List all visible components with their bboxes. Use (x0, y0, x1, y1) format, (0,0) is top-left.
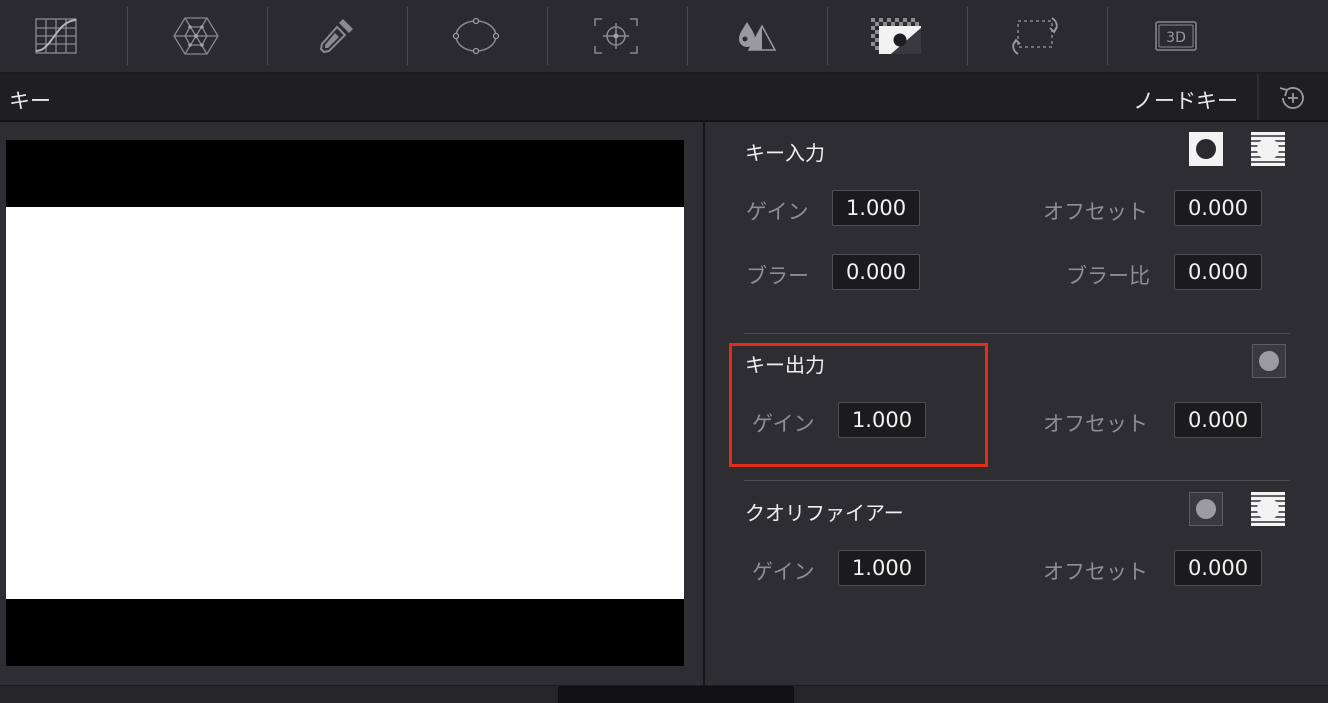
key-input-blur-ratio-label: ブラー比 (1066, 264, 1150, 288)
qualifier-mask-toggle[interactable] (1189, 492, 1223, 526)
key-input-gain-label: ゲイン (746, 200, 809, 224)
invert-mask-icon (1251, 132, 1285, 166)
3d-icon: 3D (1155, 21, 1197, 51)
palette-title: キー (9, 89, 51, 113)
active-palette-tab[interactable] (558, 686, 794, 703)
qualifier-gain-label: ゲイン (752, 560, 815, 584)
sizing-tool-button[interactable] (966, 0, 1106, 72)
section-divider (744, 333, 1290, 334)
key-icon (871, 18, 921, 54)
color-warper-tool-button[interactable] (126, 0, 266, 72)
key-input-gain-field[interactable]: 1.000 (832, 190, 920, 226)
bottom-palette-tabs (0, 685, 1328, 703)
mask-dot-icon (1196, 139, 1216, 159)
color-warper-icon (173, 17, 219, 55)
invert-mask-icon (1251, 492, 1285, 526)
qualifier-offset-label: オフセット (1043, 560, 1148, 584)
curves-tool-button[interactable] (0, 0, 126, 72)
mask-dot-icon (1196, 499, 1216, 519)
key-output-offset-field[interactable]: 0.000 (1174, 402, 1262, 438)
annotation-highlight-box (729, 343, 988, 467)
qualifier-offset-field[interactable]: 0.000 (1174, 550, 1262, 586)
blur-icon (739, 22, 777, 51)
3d-tool-button[interactable]: 3D (1106, 0, 1246, 72)
key-input-blur-field[interactable]: 0.000 (832, 254, 920, 290)
key-tool-button[interactable] (826, 0, 966, 72)
qualifier-title: クオリファイアー (745, 501, 904, 525)
power-window-tool-button[interactable] (406, 0, 546, 72)
key-input-title: キー入力 (745, 141, 825, 165)
reset-button[interactable] (1276, 83, 1308, 113)
qualifier-eyedropper-icon (319, 19, 353, 54)
key-viewer (6, 140, 684, 666)
node-key-label: ノードキー (1133, 89, 1238, 113)
qualifier-invert-toggle[interactable] (1251, 492, 1285, 526)
key-matte-preview (6, 207, 684, 599)
key-input-mask-toggle[interactable] (1189, 132, 1223, 166)
qualifier-gain-field[interactable]: 1.000 (838, 550, 926, 586)
key-input-invert-toggle[interactable] (1251, 132, 1285, 166)
key-output-mask-toggle[interactable] (1252, 344, 1286, 378)
tracker-icon (594, 18, 638, 54)
blur-tool-button[interactable] (686, 0, 826, 72)
key-input-blur-label: ブラー (746, 264, 809, 288)
key-input-offset-field[interactable]: 0.000 (1174, 190, 1262, 226)
key-output-offset-label: オフセット (1043, 412, 1148, 436)
tracker-tool-button[interactable] (546, 0, 686, 72)
palette-toolbar: 3D (0, 0, 1328, 74)
qualifier-tool-button[interactable] (266, 0, 406, 72)
mask-dot-icon (1259, 351, 1279, 371)
svg-text:3D: 3D (1166, 30, 1186, 46)
power-window-icon (452, 17, 500, 55)
key-input-blur-ratio-field[interactable]: 0.000 (1174, 254, 1262, 290)
key-input-offset-label: オフセット (1043, 200, 1148, 224)
key-palette-header: キー ノードキー (0, 74, 1328, 122)
sizing-icon (1012, 17, 1058, 55)
reset-icon (1279, 87, 1304, 109)
section-divider (744, 480, 1290, 481)
curves-icon (35, 18, 77, 54)
